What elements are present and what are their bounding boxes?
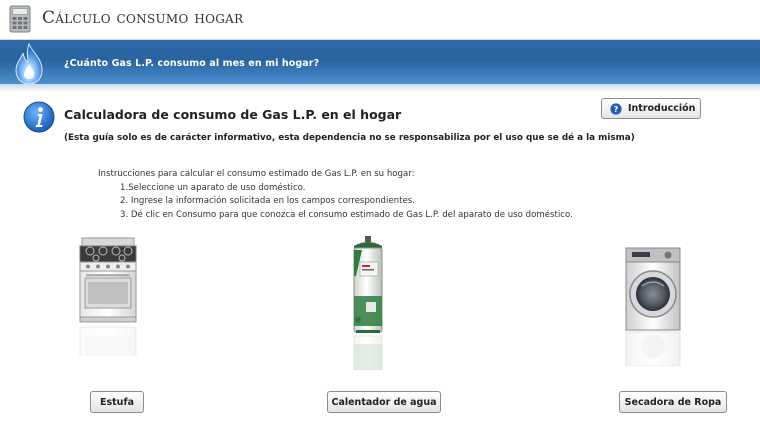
disclaimer-text: (Esta guía solo es de carácter informati…: [64, 133, 635, 143]
introduction-button-label: Introducción: [628, 103, 696, 114]
title-bar: Cálculo consumo hogar: [0, 0, 760, 40]
app-title: Cálculo consumo hogar: [42, 8, 244, 28]
svg-text:?: ?: [614, 105, 619, 114]
info-icon: [23, 101, 55, 133]
instructions-steps: 1.Seleccione un aparato de uso doméstico…: [98, 182, 573, 223]
stove-image[interactable]: [76, 236, 140, 356]
introduction-button[interactable]: ? Introducción: [601, 98, 701, 119]
help-icon: ?: [610, 102, 622, 115]
dryer-button[interactable]: Secadora de Ropa: [619, 391, 727, 413]
page-heading: Calculadora de consumo de Gas L.P. en el…: [64, 107, 402, 122]
stove-button[interactable]: Estufa: [90, 391, 144, 413]
water-heater-button[interactable]: Calentador de agua: [327, 391, 441, 413]
dryer-image[interactable]: [622, 246, 686, 366]
water-heater-image[interactable]: [348, 236, 388, 370]
banner-shadow: [0, 84, 760, 92]
header-banner: ¿Cuánto Gas L.P. consumo al mes en mi ho…: [0, 40, 760, 85]
instructions: Instrucciones para calcular el consumo e…: [98, 168, 573, 222]
calculator-icon: [9, 5, 31, 33]
instruction-step: 1.Seleccione un aparato de uso doméstico…: [120, 182, 306, 193]
banner-question: ¿Cuánto Gas L.P. consumo al mes en mi ho…: [64, 58, 320, 69]
instructions-title: Instrucciones para calcular el consumo e…: [98, 169, 415, 179]
flame-icon: [15, 42, 43, 85]
instruction-step: 3. Dé clic en Consumo para que conozca e…: [120, 209, 573, 220]
instruction-step: 2. Ingrese la información solicitada en …: [120, 196, 415, 206]
